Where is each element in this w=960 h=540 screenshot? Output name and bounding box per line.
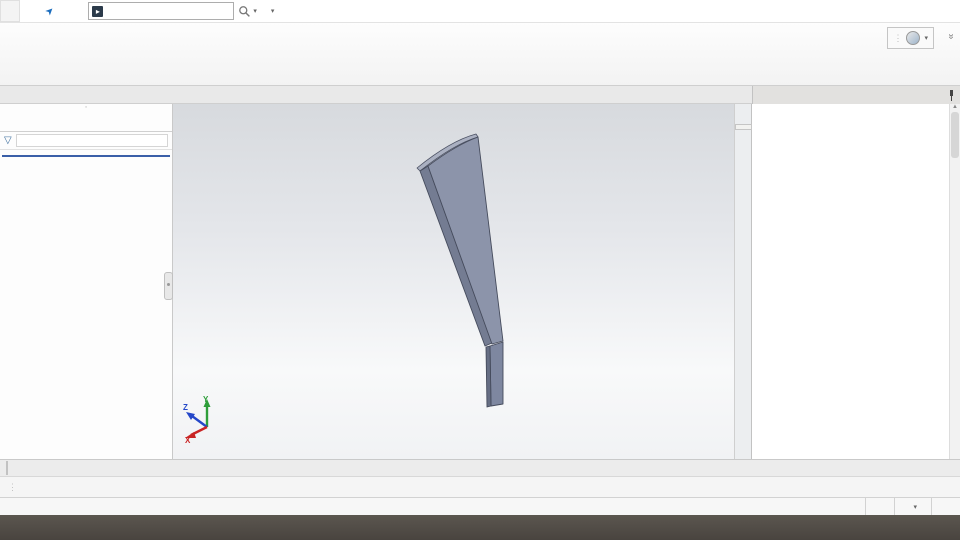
sketch-toolbar: ⋮ — [0, 476, 960, 497]
ribbon: ⋮ ▾ » — [0, 23, 960, 86]
tree-filter-row: ▽ — [0, 132, 172, 150]
graphics-viewport[interactable]: Y Z X — [173, 104, 734, 459]
appearance-mini-icon — [906, 31, 921, 45]
task-pane-strip — [734, 104, 752, 459]
ribbon-mini-panel[interactable]: ⋮ ▾ — [887, 27, 934, 49]
mini-panel-caret[interactable]: ▾ — [924, 34, 928, 42]
windows-taskbar — [0, 515, 960, 540]
filter-funnel-icon[interactable]: ▽ — [4, 135, 12, 146]
search-commands-box[interactable]: ▸ — [88, 2, 235, 20]
solidworks-logo — [0, 0, 20, 22]
main-area: ◦ ▽ Y Z X ▲ — [0, 104, 960, 459]
scroll-up-icon[interactable]: ▲ — [952, 104, 958, 110]
feature-manager-panel: ◦ ▽ — [0, 104, 173, 459]
system-tray — [945, 515, 960, 540]
rollback-bar[interactable] — [2, 155, 170, 157]
tab-nav-arrows — [6, 461, 8, 475]
solidworks-window: ➤ ▸ ▾ ▾ ⋮ ▾ » ◦ ▽ Y Z X ▲ ⋮ ▾ — [0, 0, 960, 540]
titlebar: ➤ ▸ ▾ ▾ — [0, 0, 960, 23]
orientation-triad: Y Z X — [183, 395, 211, 443]
feature-tree — [0, 150, 172, 152]
toolbar-grip-icon[interactable]: ⋮ — [8, 482, 17, 493]
task-pane-header — [752, 86, 960, 104]
units-caret-icon[interactable]: ▾ — [913, 503, 917, 511]
panel-grip[interactable]: ◦ — [0, 104, 172, 111]
triad-z-label: Z — [183, 403, 188, 412]
pin-menubar-icon[interactable]: ➤ — [43, 4, 57, 18]
scrollbar-thumb[interactable] — [951, 112, 959, 158]
command-tabs — [0, 86, 752, 104]
help-dropdown-caret[interactable]: ▾ — [271, 7, 275, 15]
task-pane: ▲ — [751, 104, 960, 459]
task-pane-pin-icon[interactable] — [947, 89, 956, 101]
status-bar: ▾ — [0, 497, 960, 515]
part-model[interactable] — [173, 104, 737, 466]
editing-mode-indicator — [865, 498, 894, 515]
filter-input[interactable] — [15, 134, 168, 147]
manager-tabs — [0, 111, 172, 132]
ribbon-collapse-icon[interactable]: » — [946, 34, 957, 40]
task-pane-scrollbar[interactable]: ▲ — [949, 104, 960, 459]
magnifier-icon — [239, 5, 251, 17]
task-pane-tabs — [735, 124, 752, 130]
triad-y-label: Y — [203, 395, 209, 404]
triad-x-label: X — [185, 436, 191, 443]
units-selector[interactable]: ▾ — [894, 498, 931, 515]
status-globe-cell — [931, 498, 960, 515]
search-scope-icon[interactable]: ▸ — [92, 5, 104, 17]
search-magnifier-group[interactable]: ▾ — [238, 5, 257, 18]
search-dropdown-caret[interactable]: ▾ — [253, 7, 257, 15]
search-input[interactable] — [107, 4, 231, 18]
command-tab-row — [0, 86, 960, 104]
panel-splitter-handle[interactable] — [164, 272, 173, 300]
panel-grip-icon: ⋮ — [893, 32, 903, 43]
task-pane-content — [752, 104, 949, 459]
